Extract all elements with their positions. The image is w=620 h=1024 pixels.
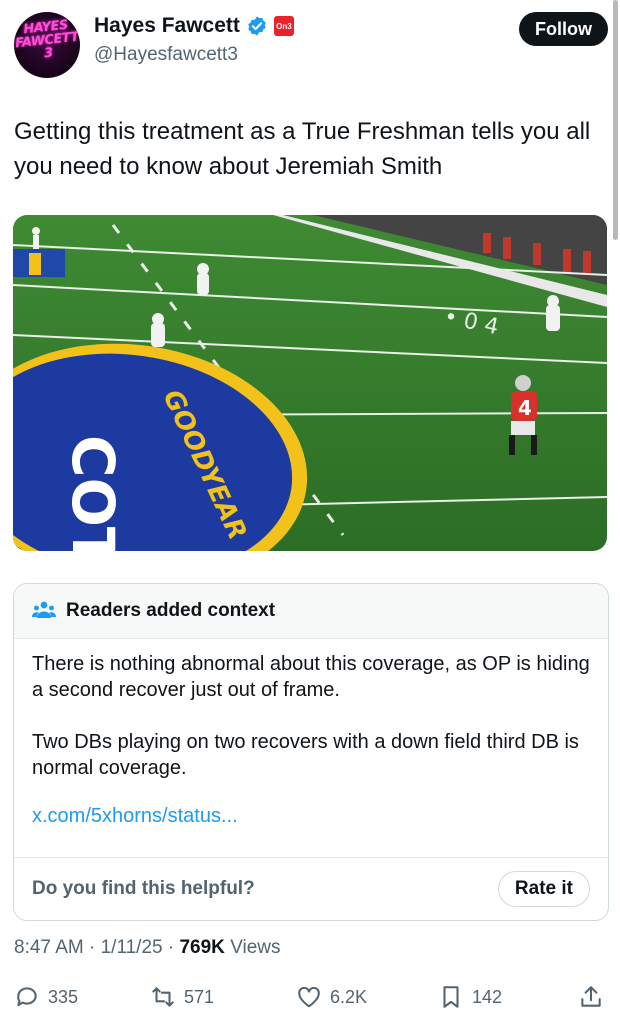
jersey-number: 4 [518,396,532,420]
like-count: 6.2K [330,986,368,1007]
display-name[interactable]: Hayes Fawcett [94,14,240,38]
share-icon [581,986,601,1007]
football-field-photo: • 0 4 COTTON BOWL GOODYEAR 4 [13,215,607,551]
views-count: 769K [179,937,225,958]
repost-icon [152,987,174,1007]
repost-count: 571 [184,986,215,1007]
bookmark-button[interactable]: 142 [438,984,502,1010]
avatar[interactable]: HAYES FAWCETT 3 [14,12,80,78]
field-logo-text: COTTON BOWL [59,435,127,551]
community-note-header: Readers added context [14,584,608,639]
name-row: Hayes Fawcett On3 [94,14,294,38]
like-button[interactable]: 6.2K [296,984,367,1010]
reply-count: 335 [48,986,79,1007]
tweet-meta: 8:47 AM · 1/11/25 · 769K Views [14,937,281,959]
rate-it-button[interactable]: Rate it [497,871,590,907]
post-time[interactable]: 8:47 AM [14,937,84,958]
community-note-paragraph: There is nothing abnormal about this cov… [32,653,590,701]
community-note-footer: Do you find this helpful? Rate it [14,857,608,920]
meta-separator: · [89,937,101,958]
community-note-title: Readers added context [66,600,276,621]
avatar-logo-text: HAYES FAWCETT 3 [14,17,80,62]
tweet-media-image[interactable]: • 0 4 COTTON BOWL GOODYEAR 4 [13,215,607,551]
reply-icon [17,987,37,1007]
action-bar: 335 571 6.2K 142 [14,984,606,1014]
share-button[interactable] [578,984,604,1010]
reply-button[interactable]: 335 [14,984,78,1010]
bookmark-icon [443,986,459,1008]
community-note-body: There is nothing abnormal about this cov… [14,639,608,829]
handle[interactable]: @Hayesfawcett3 [94,44,238,66]
people-icon [32,601,56,618]
helpful-question: Do you find this helpful? [32,878,255,899]
verified-badge-icon [248,16,266,36]
follow-button[interactable]: Follow [519,12,608,46]
tweet-header: HAYES FAWCETT 3 Hayes Fawcett On3 @Hayes… [14,12,608,78]
tweet-text: Getting this treatment as a True Freshma… [14,118,591,180]
post-date[interactable]: 1/11/25 [101,937,163,958]
community-note: Readers added context There is nothing a… [13,583,609,921]
repost-button[interactable]: 571 [150,984,214,1010]
org-badge-icon: On3 [273,16,294,36]
meta-separator: · [167,937,180,958]
bookmark-count: 142 [472,986,503,1007]
community-note-source-link[interactable]: x.com/5xhorns/status... [32,803,590,829]
heart-icon [298,986,320,1008]
scrollbar[interactable] [613,0,618,240]
views-label: Views [230,937,281,958]
community-note-paragraph: Two DBs playing on two recovers with a d… [32,731,579,779]
